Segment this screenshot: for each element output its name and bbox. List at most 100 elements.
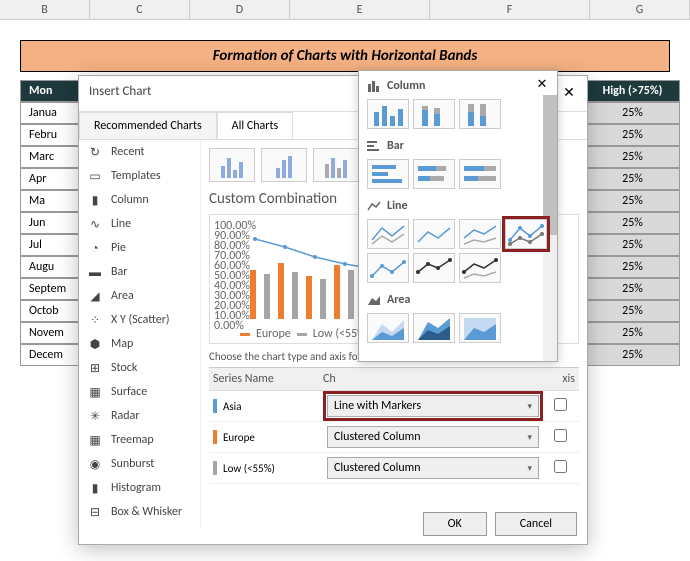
- col-f[interactable]: F: [430, 0, 590, 19]
- col-g[interactable]: G: [590, 0, 690, 19]
- high-cell[interactable]: 25%: [585, 300, 680, 322]
- line-icon: ∿: [87, 217, 103, 231]
- col-d[interactable]: D: [190, 0, 290, 19]
- treemap-icon: ▦: [87, 433, 103, 447]
- sidebar-item-box---whisker[interactable]: ⊟Box & Whisker: [79, 500, 200, 524]
- thumb-area[interactable]: [367, 313, 409, 343]
- high-cell[interactable]: 25%: [585, 212, 680, 234]
- sidebar-item-sunburst[interactable]: ◉Sunburst: [79, 452, 200, 476]
- series-table: Series Name Ch xis Asia Line with Marker…: [209, 367, 579, 484]
- col-e[interactable]: E: [290, 0, 430, 19]
- thumb-100-stacked-column[interactable]: [459, 99, 501, 129]
- chart-type-popover: ✕ Column Bar Line Area: [358, 70, 558, 362]
- series-color-mark: [213, 430, 217, 444]
- surface-icon: ▦: [87, 385, 103, 399]
- series-type-dropdown[interactable]: Line with Markers▾: [327, 395, 539, 417]
- close-icon[interactable]: ✕: [559, 84, 579, 104]
- thumb-stacked-column[interactable]: [413, 99, 455, 129]
- thumb-stacked-area[interactable]: [413, 313, 455, 343]
- popover-section-line: Line: [367, 199, 549, 213]
- high-cell[interactable]: 25%: [585, 256, 680, 278]
- series-head-type: Ch: [323, 372, 535, 386]
- tab-recommended[interactable]: Recommended Charts: [79, 112, 217, 139]
- combo-template-2[interactable]: [261, 148, 307, 182]
- series-color-mark: [213, 399, 217, 413]
- thumb-100-stacked-area[interactable]: [459, 313, 501, 343]
- thumb-100-stacked-line-markers[interactable]: [413, 253, 455, 283]
- high-cell[interactable]: 25%: [585, 278, 680, 300]
- series-name: Asia: [223, 400, 321, 413]
- chevron-down-icon: ▾: [527, 463, 532, 474]
- thumb-line-with-markers[interactable]: [505, 219, 547, 249]
- x y (scatter)-icon: ⁘: [87, 313, 103, 327]
- secondary-axis-checkbox[interactable]: [545, 460, 575, 477]
- col-b[interactable]: B: [0, 0, 90, 19]
- sidebar-item-radar[interactable]: ✳Radar: [79, 404, 200, 428]
- popover-section-column: Column: [367, 79, 549, 93]
- thumb-stacked-line-markers[interactable]: [367, 253, 409, 283]
- sidebar-item-area[interactable]: ◢Area: [79, 284, 200, 308]
- worksheet-right: High (>75%) 25%25%25%25%25%25%25%25%25%2…: [585, 80, 680, 366]
- col-c[interactable]: C: [90, 0, 190, 19]
- secondary-axis-checkbox[interactable]: [545, 398, 575, 415]
- chart-type-sidebar: ↻Recent▭Templates▮Column∿Line◔Pie▬Bar◢Ar…: [79, 140, 201, 529]
- high-cell[interactable]: 25%: [585, 190, 680, 212]
- sidebar-item-treemap[interactable]: ▦Treemap: [79, 428, 200, 452]
- sidebar-item-pie[interactable]: ◔Pie: [79, 236, 200, 260]
- high-cell[interactable]: 25%: [585, 234, 680, 256]
- cancel-button[interactable]: Cancel: [495, 512, 577, 536]
- sidebar-item-templates[interactable]: ▭Templates: [79, 164, 200, 188]
- column-icon: ▮: [87, 193, 103, 207]
- sidebar-item-line[interactable]: ∿Line: [79, 212, 200, 236]
- sidebar-item-stock[interactable]: ⊞Stock: [79, 356, 200, 380]
- thumb-clustered-column[interactable]: [367, 99, 409, 129]
- area-icon: ◢: [87, 289, 103, 303]
- high-cell[interactable]: 25%: [585, 322, 680, 344]
- high-cell[interactable]: 25%: [585, 146, 680, 168]
- popover-close-icon[interactable]: ✕: [533, 77, 551, 95]
- recent-icon: ↻: [87, 145, 103, 159]
- stock-icon: ⊞: [87, 361, 103, 375]
- sidebar-item-bar[interactable]: ▬Bar: [79, 260, 200, 284]
- combo-template-1[interactable]: [209, 148, 255, 182]
- column-headers: B C D E F G: [0, 0, 690, 20]
- histogram-icon: ▮: [87, 481, 103, 495]
- sidebar-item-waterfall[interactable]: ▮Waterfall: [79, 524, 200, 529]
- secondary-axis-checkbox[interactable]: [545, 429, 575, 446]
- sidebar-item-surface[interactable]: ▦Surface: [79, 380, 200, 404]
- page-title: Formation of Charts with Horizontal Band…: [20, 40, 670, 72]
- head-high: High (>75%): [585, 80, 680, 102]
- series-type-dropdown[interactable]: Clustered Column▾: [327, 426, 539, 448]
- series-row: Europe Clustered Column▾: [209, 422, 579, 453]
- map-icon: ⬢: [87, 337, 103, 351]
- thumb-100-stacked-bar[interactable]: [459, 159, 501, 189]
- chevron-down-icon: ▾: [527, 432, 532, 443]
- tab-all-charts[interactable]: All Charts: [217, 112, 294, 139]
- ok-button[interactable]: OK: [423, 512, 487, 536]
- thumb-stacked-bar[interactable]: [413, 159, 455, 189]
- high-cell[interactable]: 25%: [585, 124, 680, 146]
- popover-section-bar: Bar: [367, 139, 549, 153]
- high-cell[interactable]: 25%: [585, 168, 680, 190]
- thumb-3d-line[interactable]: [459, 253, 501, 283]
- sidebar-item-histogram[interactable]: ▮Histogram: [79, 476, 200, 500]
- popover-section-area: Area: [367, 293, 549, 307]
- thumb-line[interactable]: [367, 219, 409, 249]
- thumb-stacked-line[interactable]: [413, 219, 455, 249]
- sidebar-item-x-y--scatter-[interactable]: ⁘X Y (Scatter): [79, 308, 200, 332]
- high-cell[interactable]: 25%: [585, 344, 680, 366]
- sidebar-item-map[interactable]: ⬢Map: [79, 332, 200, 356]
- thumb-100-stacked-line[interactable]: [459, 219, 501, 249]
- bar-icon: ▬: [87, 265, 103, 279]
- series-type-dropdown[interactable]: Clustered Column▾: [327, 457, 539, 479]
- series-row: Low (<55%) Clustered Column▾: [209, 453, 579, 484]
- sunburst-icon: ◉: [87, 457, 103, 471]
- high-cell[interactable]: 25%: [585, 102, 680, 124]
- sidebar-item-recent[interactable]: ↻Recent: [79, 140, 200, 164]
- series-head-name: Series Name: [213, 372, 323, 386]
- thumb-clustered-bar[interactable]: [367, 159, 409, 189]
- sidebar-item-column[interactable]: ▮Column: [79, 188, 200, 212]
- series-color-mark: [213, 461, 217, 475]
- combo-template-3[interactable]: [313, 148, 359, 182]
- series-name: Low (<55%): [223, 462, 321, 475]
